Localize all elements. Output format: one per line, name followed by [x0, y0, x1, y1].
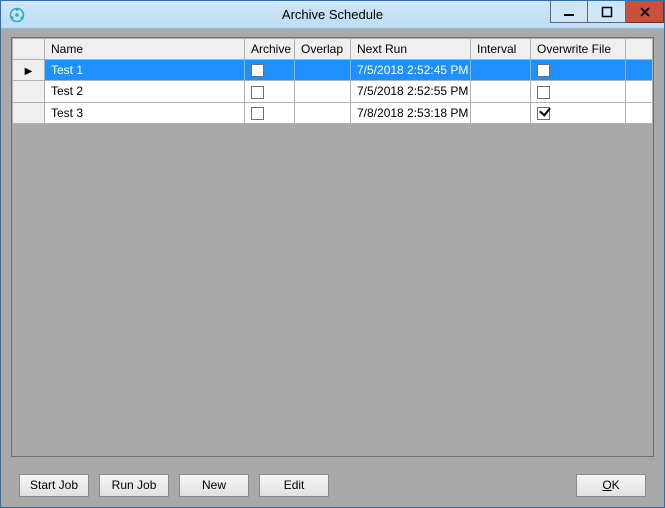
table-row[interactable]: Test 3 7/8/2018 2:53:18 PM: [13, 102, 653, 123]
cell-name[interactable]: Test 2: [45, 81, 245, 102]
cell-overlap[interactable]: [295, 81, 351, 102]
overwrite-checkbox[interactable]: [537, 107, 550, 120]
cell-next-run[interactable]: 7/5/2018 2:52:55 PM: [351, 81, 471, 102]
ok-mnemonic: O: [602, 478, 611, 492]
overwrite-checkbox[interactable]: [537, 64, 550, 77]
window-controls: [550, 1, 664, 23]
cell-overwrite[interactable]: [531, 60, 626, 81]
cell-archive[interactable]: [245, 60, 295, 81]
archive-checkbox[interactable]: [251, 86, 264, 99]
cell-archive[interactable]: [245, 102, 295, 123]
row-header-corner: [13, 39, 45, 60]
cell-interval[interactable]: [471, 81, 531, 102]
cell-overlap[interactable]: [295, 102, 351, 123]
col-next-run[interactable]: Next Run: [351, 39, 471, 60]
start-job-button[interactable]: Start Job: [19, 474, 89, 497]
cell-filler: [626, 81, 653, 102]
col-name[interactable]: Name: [45, 39, 245, 60]
archive-checkbox[interactable]: [251, 107, 264, 120]
close-button[interactable]: [626, 1, 664, 23]
titlebar[interactable]: Archive Schedule: [1, 1, 664, 29]
cell-overlap[interactable]: [295, 60, 351, 81]
cell-filler: [626, 102, 653, 123]
run-job-button[interactable]: Run Job: [99, 474, 169, 497]
archive-checkbox[interactable]: [251, 64, 264, 77]
maximize-button[interactable]: [588, 1, 626, 23]
cell-filler: [626, 60, 653, 81]
row-indicator: [13, 81, 45, 102]
footer: Start Job Run Job New Edit OK: [1, 463, 664, 507]
overwrite-checkbox[interactable]: [537, 86, 550, 99]
window-frame: Archive Schedule Name Archive: [0, 0, 665, 508]
table-row[interactable]: ▶Test 1 7/5/2018 2:52:45 PM: [13, 60, 653, 81]
schedule-grid[interactable]: Name Archive Overlap Next Run Interval O…: [12, 38, 653, 124]
new-button[interactable]: New: [179, 474, 249, 497]
cell-archive[interactable]: [245, 81, 295, 102]
cell-overwrite[interactable]: [531, 102, 626, 123]
minimize-button[interactable]: [550, 1, 588, 23]
cell-name[interactable]: Test 1: [45, 60, 245, 81]
app-icon: [7, 5, 27, 25]
grid-header-row: Name Archive Overlap Next Run Interval O…: [13, 39, 653, 60]
col-interval[interactable]: Interval: [471, 39, 531, 60]
grid-panel: Name Archive Overlap Next Run Interval O…: [11, 37, 654, 457]
ok-button[interactable]: OK: [576, 474, 646, 497]
cell-next-run[interactable]: 7/8/2018 2:53:18 PM: [351, 102, 471, 123]
col-archive[interactable]: Archive: [245, 39, 295, 60]
cell-interval[interactable]: [471, 102, 531, 123]
row-indicator: ▶: [13, 60, 45, 81]
col-filler: [626, 39, 653, 60]
col-overlap[interactable]: Overlap: [295, 39, 351, 60]
row-indicator: [13, 102, 45, 123]
cell-name[interactable]: Test 3: [45, 102, 245, 123]
edit-button[interactable]: Edit: [259, 474, 329, 497]
cell-overwrite[interactable]: [531, 81, 626, 102]
table-row[interactable]: Test 2 7/5/2018 2:52:55 PM: [13, 81, 653, 102]
cell-next-run[interactable]: 7/5/2018 2:52:45 PM: [351, 60, 471, 81]
col-overwrite[interactable]: Overwrite File: [531, 39, 626, 60]
cell-interval[interactable]: [471, 60, 531, 81]
